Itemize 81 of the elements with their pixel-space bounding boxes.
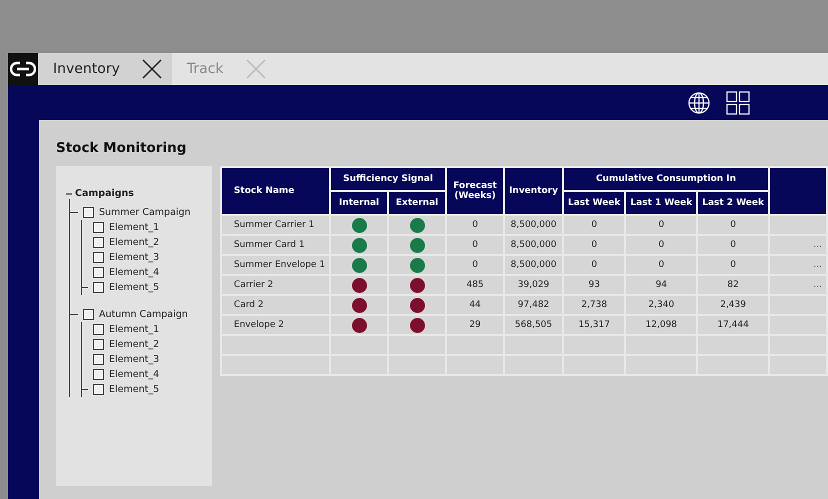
table-cell: ... <box>813 280 822 290</box>
table-cell: 93 <box>563 275 626 295</box>
table-cell: 8,500,000 <box>504 215 563 235</box>
globe-icon[interactable] <box>688 92 710 114</box>
tree-item-label[interactable]: Element_4 <box>109 369 160 380</box>
table-cell: 12,098 <box>625 315 698 335</box>
table-cell: 0 <box>563 255 626 275</box>
checkbox[interactable] <box>93 384 104 395</box>
column-header: Last Week <box>563 191 626 215</box>
tree-item-label[interactable]: Element_2 <box>109 339 160 350</box>
tab[interactable]: Inventory <box>38 53 172 85</box>
table-cell: 15,317 <box>563 315 626 335</box>
table-cell: Envelope 2 <box>220 315 330 335</box>
tree-item-label[interactable]: Element_3 <box>109 354 160 365</box>
column-header: Last 1 Week <box>625 191 698 215</box>
tree-item-label[interactable]: Summer Campaign <box>99 207 191 218</box>
tree-item-label[interactable]: Element_5 <box>109 384 160 395</box>
column-header: Last 2 Week <box>697 191 769 215</box>
checkbox[interactable] <box>93 267 104 278</box>
table-cell: 44 <box>446 295 504 315</box>
table-cell: 17,444 <box>697 315 769 335</box>
table-cell: 8,500,000 <box>504 235 563 255</box>
close-icon[interactable] <box>142 59 162 79</box>
table-cell: 485 <box>446 275 504 295</box>
table-cell: Summer Card 1 <box>220 235 330 255</box>
table-cell: ... <box>813 240 822 250</box>
table-cell: 8,500,000 <box>504 255 563 275</box>
tree-item-label[interactable]: Element_1 <box>109 324 160 335</box>
table-cell: Carrier 2 <box>220 275 330 295</box>
column-header: Inventory <box>504 167 563 215</box>
table-cell: 97,482 <box>504 295 563 315</box>
table-cell: 0 <box>697 235 769 255</box>
checkbox[interactable] <box>83 309 94 320</box>
checkbox[interactable] <box>93 237 104 248</box>
table-cell: 0 <box>563 235 626 255</box>
checkbox[interactable] <box>93 222 104 233</box>
table-cell: 0 <box>446 215 504 235</box>
table-cell: 568,505 <box>504 315 563 335</box>
checkbox[interactable] <box>93 354 104 365</box>
table-cell: 2,340 <box>625 295 698 315</box>
table-cell: 0 <box>697 255 769 275</box>
column-header: Internal <box>330 191 388 215</box>
table-cell: 0 <box>625 255 698 275</box>
table-cell: Summer Envelope 1 <box>220 255 330 275</box>
table-cell: ... <box>813 260 822 270</box>
table-cell: Summer Carrier 1 <box>220 215 330 235</box>
table-cell: 0 <box>446 235 504 255</box>
column-header: Forecast (Weeks) <box>446 167 504 215</box>
table-cell: 0 <box>625 235 698 255</box>
table-cell: 2,439 <box>697 295 769 315</box>
logo-icon <box>8 53 38 85</box>
column-group-header: Sufficiency Signal <box>330 167 446 191</box>
column-header: External <box>388 191 446 215</box>
column-group-header: Cumulative Consumption In <box>563 167 769 191</box>
table-cell: 0 <box>697 215 769 235</box>
tree-item-label[interactable]: Element_1 <box>109 222 160 233</box>
column-header: Stock Name <box>220 167 330 215</box>
table-cell: Card 2 <box>220 295 330 315</box>
table-cell: 0 <box>563 215 626 235</box>
table-cell: 39,029 <box>504 275 563 295</box>
table-cell: 29 <box>446 315 504 335</box>
tree-item-label[interactable]: Element_4 <box>109 267 160 278</box>
table-cell: 94 <box>625 275 698 295</box>
checkbox[interactable] <box>93 339 104 350</box>
tree-item-label[interactable]: Autumn Campaign <box>99 309 188 320</box>
tree-item-label[interactable]: Element_5 <box>109 282 160 293</box>
table-cell: 0 <box>446 255 504 275</box>
checkbox[interactable] <box>93 324 104 335</box>
checkbox[interactable] <box>93 282 104 293</box>
table-cell: 0 <box>625 215 698 235</box>
collapse-icon[interactable] <box>66 190 72 196</box>
table-cell: 2,738 <box>563 295 626 315</box>
page-title: Stock Monitoring <box>56 140 188 156</box>
checkbox[interactable] <box>83 207 94 218</box>
tree-item-label[interactable]: Element_2 <box>109 237 160 248</box>
table-cell: 82 <box>697 275 769 295</box>
grid-icon[interactable] <box>726 90 750 114</box>
checkbox[interactable] <box>93 369 104 380</box>
tree-root-label[interactable]: Campaigns <box>75 188 134 199</box>
tree-item-label[interactable]: Element_3 <box>109 252 160 263</box>
checkbox[interactable] <box>93 252 104 263</box>
